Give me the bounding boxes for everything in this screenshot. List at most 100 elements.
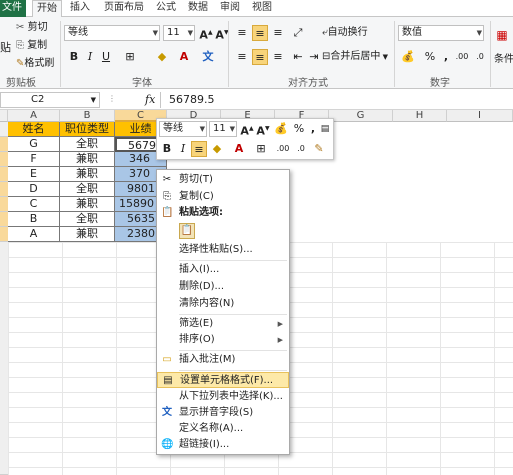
menu-item-hyperlink[interactable]: 🌐 超链接(I)... [157, 437, 289, 453]
grow-font-icon[interactable]: A▲ [239, 121, 255, 138]
formula-input[interactable]: 56789.5 [160, 92, 513, 108]
table-cell[interactable]: B [8, 212, 60, 227]
column-header-i[interactable]: I [447, 110, 513, 122]
mini-font-combo[interactable]: 等线 ▼ [159, 121, 207, 137]
borders-icon[interactable]: ⊞ [122, 49, 138, 65]
grow-font-icon[interactable]: A▲ [198, 25, 214, 42]
bold-icon[interactable]: B [159, 141, 175, 157]
row-header[interactable] [0, 197, 8, 212]
italic-icon[interactable]: I [175, 141, 191, 157]
menu-item-copy[interactable]: ⎘ 复制(C) [157, 189, 289, 205]
tab-review[interactable]: 审阅 [216, 0, 244, 17]
table-cell[interactable]: 兼职 [60, 197, 115, 212]
bold-icon[interactable]: B [66, 49, 82, 65]
menu-item-delete[interactable]: 删除(D)... [157, 279, 289, 295]
font-color-icon[interactable]: A [231, 141, 247, 157]
menu-item-show-phonetic[interactable]: 文显示拼音字段(S) [157, 405, 289, 421]
tab-insert[interactable]: 插入 [66, 0, 94, 17]
table-cell[interactable]: D [8, 182, 60, 197]
table-cell[interactable]: C [8, 197, 60, 212]
conditional-formatting-label[interactable]: 条件 [494, 53, 513, 67]
decrease-decimal-icon[interactable]: .0 [472, 49, 488, 65]
fill-color-icon[interactable]: ◆ [154, 49, 170, 65]
name-box[interactable]: C2 ▼ [0, 92, 100, 108]
menu-item-insert[interactable]: 插入(I)... [157, 262, 289, 278]
column-header-h[interactable]: H [393, 110, 447, 122]
cut-button[interactable]: ✂ 剪切 [16, 21, 48, 35]
orientation-icon[interactable]: ⤢ [290, 25, 306, 41]
menu-item-format-cells[interactable]: ▤ 设置单元格格式(F)... [157, 372, 289, 388]
row-header[interactable] [0, 212, 8, 227]
merge-center-button[interactable]: ⊟合并后居中 ▼ [322, 50, 388, 64]
row-header[interactable] [0, 242, 8, 475]
align-center-icon[interactable]: ≡ [191, 141, 207, 157]
row-header[interactable] [0, 182, 8, 197]
paste-icon[interactable]: 📋 [179, 223, 195, 239]
row-header[interactable] [0, 122, 8, 137]
align-top-icon[interactable]: ≡ [234, 25, 250, 41]
currency-icon[interactable]: 💰 [273, 121, 289, 137]
align-left-icon[interactable]: ≡ [234, 49, 250, 65]
format-painter-button[interactable]: ✎格式刷 [16, 57, 54, 71]
number-format-combo[interactable]: 数值 ▼ [398, 25, 484, 41]
column-header-g[interactable]: G [329, 110, 393, 122]
phonetic-icon[interactable]: 文 [200, 49, 216, 65]
tab-data[interactable]: 数据 [184, 0, 212, 17]
percent-icon[interactable]: % [422, 49, 438, 65]
row-header[interactable] [0, 137, 8, 152]
mini-size-combo[interactable]: 11 ▼ [209, 121, 237, 137]
fill-color-icon[interactable]: ◆ [209, 141, 225, 157]
font-size-combo[interactable]: 11 ▼ [163, 25, 195, 41]
menu-item-filter[interactable]: 筛选(E) ▶ [157, 316, 289, 332]
table-cell[interactable]: 全职 [60, 212, 115, 227]
menu-item-cut[interactable]: ✂ 剪切(T) [157, 172, 289, 188]
italic-icon[interactable]: I [82, 49, 98, 65]
select-all-corner[interactable] [0, 110, 8, 122]
row-header[interactable] [0, 167, 8, 182]
table-header-cell[interactable]: 职位类型 [60, 122, 115, 137]
table-header-cell[interactable]: 姓名 [8, 122, 60, 137]
menu-item-clear-contents[interactable]: 清除内容(N) [157, 296, 289, 312]
tab-home[interactable]: 开始 [32, 0, 62, 18]
menu-item-pick-from-list[interactable]: 从下拉列表中选择(K)... [157, 389, 289, 405]
tab-formulas[interactable]: 公式 [152, 0, 180, 17]
tab-file[interactable]: 文件 [0, 0, 26, 17]
align-right-icon[interactable]: ≡ [270, 49, 286, 65]
wrap-text-button[interactable]: ⤶自动换行 [322, 26, 368, 40]
column-header-b[interactable]: B [60, 110, 115, 122]
increase-indent-icon[interactable]: ⇥ [306, 49, 322, 65]
align-center-icon[interactable]: ≡ [252, 49, 268, 65]
table-cell[interactable]: 兼职 [60, 167, 115, 182]
column-header-a[interactable]: A [8, 110, 60, 122]
menu-item-paste-special[interactable]: 选择性粘贴(S)... [157, 242, 289, 258]
comma-icon[interactable]: , [438, 49, 454, 65]
copy-button[interactable]: ⎘ 复制 [16, 39, 47, 53]
fx-icon[interactable]: fx [145, 93, 155, 106]
align-bottom-icon[interactable]: ≡ [270, 25, 286, 41]
increase-decimal-icon[interactable]: .00 [454, 49, 470, 65]
table-cell[interactable]: 全职 [60, 182, 115, 197]
menu-item-insert-comment[interactable]: ▭ 插入批注(M) [157, 352, 289, 368]
brush-icon[interactable]: ✎ [311, 141, 327, 157]
underline-icon[interactable]: U [98, 49, 114, 65]
increase-decimal-icon[interactable]: .00 [275, 141, 291, 157]
format-table-icon[interactable]: ▤ [317, 121, 333, 137]
row-header[interactable] [0, 152, 8, 167]
borders-icon[interactable]: ⊞ [253, 141, 269, 157]
table-cell[interactable]: E [8, 167, 60, 182]
menu-item-define-name[interactable]: 定义名称(A)... [157, 421, 289, 437]
currency-icon[interactable]: 💰 [400, 49, 416, 65]
paste-button[interactable]: 贴 [0, 41, 11, 55]
table-cell[interactable]: 兼职 [60, 227, 115, 242]
align-middle-icon[interactable]: ≡ [252, 25, 268, 41]
menu-item-sort[interactable]: 排序(O) ▶ [157, 332, 289, 348]
tab-page-layout[interactable]: 页面布局 [100, 0, 148, 17]
table-cell[interactable]: F [8, 152, 60, 167]
row-header[interactable] [0, 227, 8, 242]
table-cell[interactable]: G [8, 137, 60, 152]
decrease-decimal-icon[interactable]: .0 [293, 141, 309, 157]
table-cell[interactable]: A [8, 227, 60, 242]
decrease-indent-icon[interactable]: ⇤ [290, 49, 306, 65]
conditional-formatting-icon[interactable]: ▦ [494, 27, 510, 43]
font-color-icon[interactable]: A [176, 49, 192, 65]
